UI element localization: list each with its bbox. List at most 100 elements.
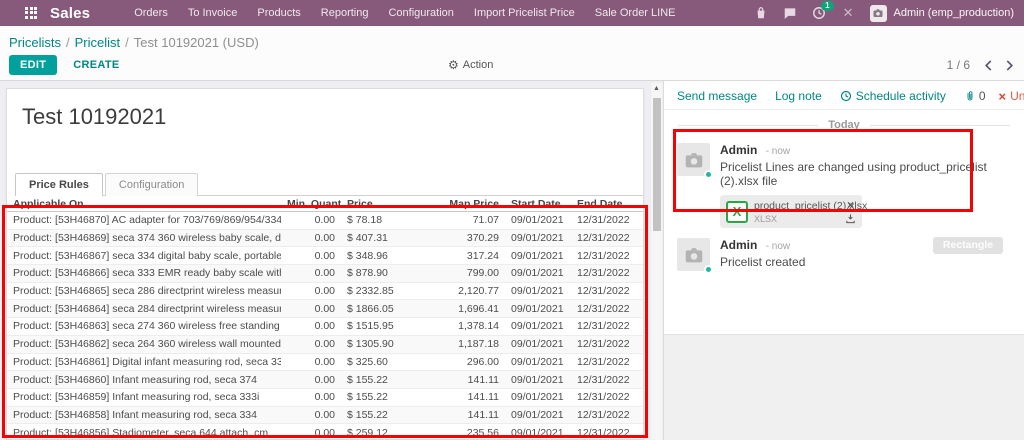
table-cell: Product: [53H46859] Infant measuring rod… bbox=[13, 391, 260, 404]
user-avatar-camera-icon bbox=[869, 4, 887, 22]
table-cell: 799.00 bbox=[466, 267, 499, 280]
schedule-activity-button[interactable]: Schedule activity bbox=[840, 89, 946, 103]
nav-menu-item[interactable]: Import Pricelist Price bbox=[464, 0, 585, 26]
send-message-button[interactable]: Send message bbox=[677, 89, 757, 103]
table-cell: 71.07 bbox=[472, 214, 499, 227]
table-row[interactable]: Product: [53H46869] seca 374 360 wireles… bbox=[7, 229, 643, 248]
nav-menu-item[interactable]: Orders bbox=[124, 0, 178, 26]
online-status-dot bbox=[704, 170, 713, 179]
table-cell: 12/31/2022 bbox=[577, 426, 630, 439]
table-cell: 09/01/2021 bbox=[511, 355, 564, 368]
table-cell: Product: [53H46863] seca 274 360 wireles… bbox=[13, 320, 281, 333]
table-cell: 09/01/2021 bbox=[511, 408, 564, 421]
table-row[interactable]: Product: [53H46862] seca 264 360 wireles… bbox=[7, 335, 643, 354]
message-author[interactable]: Admin bbox=[720, 143, 757, 157]
breadcrumb-pricelist-link[interactable]: Pricelist bbox=[75, 35, 121, 50]
table-cell: 0.00 bbox=[314, 373, 335, 386]
nav-menu-item[interactable]: To Invoice bbox=[178, 0, 248, 26]
pager-previous-icon[interactable] bbox=[984, 59, 992, 71]
breadcrumb-pricelists-link[interactable]: Pricelists bbox=[9, 35, 61, 50]
vertical-scrollbar[interactable]: ▲ bbox=[650, 83, 662, 440]
table-cell: 0.00 bbox=[314, 320, 335, 333]
column-header: Map Price bbox=[449, 197, 499, 210]
table-row[interactable]: Product: [53H46859] Infant measuring rod… bbox=[7, 389, 643, 407]
nav-menu-item[interactable]: Sale Order LINE bbox=[585, 0, 686, 26]
breadcrumb-current: Test 10192021 (USD) bbox=[133, 35, 259, 50]
briefcase-icon[interactable] bbox=[754, 6, 769, 21]
table-cell: 1,187.18 bbox=[458, 338, 499, 351]
close-x-icon[interactable]: ✕ bbox=[841, 5, 856, 21]
scrollbar-up-arrow-icon[interactable]: ▲ bbox=[651, 83, 662, 95]
table-row[interactable]: Product: [53H46867] seca 334 digital bab… bbox=[7, 247, 643, 266]
table-row[interactable]: Product: [53H46861] Digital infant measu… bbox=[7, 354, 643, 372]
scrollbar-thumb[interactable] bbox=[653, 98, 661, 231]
table-cell: $ 155.22 bbox=[347, 373, 388, 386]
attachment-delete-icon[interactable]: × bbox=[847, 199, 854, 211]
activities-clock-icon[interactable]: 1 bbox=[812, 0, 834, 21]
table-cell: 0.00 bbox=[314, 408, 335, 421]
table-cell: $ 259.12 bbox=[347, 426, 388, 439]
table-cell: 09/01/2021 bbox=[511, 232, 564, 245]
top-navbar: Sales Orders To Invoice Products Reporting C… bbox=[0, 0, 1024, 26]
nav-menu-item[interactable]: Configuration bbox=[378, 0, 463, 26]
breadcrumb-separator: / bbox=[125, 35, 129, 50]
breadcrumb-separator: / bbox=[66, 35, 70, 50]
table-row[interactable]: Product: [53H46870] AC adapter for 703/7… bbox=[7, 212, 643, 230]
pager-next-icon[interactable] bbox=[1006, 59, 1014, 71]
table-row[interactable]: Product: [53H46860] Infant measuring rod… bbox=[7, 371, 643, 389]
table-row[interactable]: Product: [53H46863] seca 274 360 wireles… bbox=[7, 318, 643, 336]
user-name-label: Admin (emp_production) bbox=[893, 7, 1014, 19]
table-cell: 235.56 bbox=[466, 426, 499, 439]
messages-icon[interactable] bbox=[783, 6, 798, 21]
table-cell: 370.29 bbox=[466, 232, 499, 245]
table-cell: 09/01/2021 bbox=[511, 267, 564, 280]
table-cell: 12/31/2022 bbox=[577, 373, 630, 386]
app-title[interactable]: Sales bbox=[50, 5, 90, 22]
table-row[interactable]: Product: [53H46864] seca 284 directprint… bbox=[7, 300, 643, 319]
attachment-name[interactable]: product_pricelist (2).xlsx bbox=[754, 200, 867, 212]
apps-menu-icon[interactable] bbox=[25, 6, 38, 20]
table-row[interactable]: Product: [53H46858] Infant measuring rod… bbox=[7, 406, 643, 425]
table-cell: 09/01/2021 bbox=[511, 373, 564, 386]
nav-menu-item[interactable]: Reporting bbox=[311, 0, 379, 26]
tab-configuration[interactable]: Configuration bbox=[104, 173, 199, 196]
tab-price-rules[interactable]: Price Rules bbox=[15, 173, 103, 196]
attachment-download-icon[interactable] bbox=[845, 213, 856, 224]
table-cell: 09/01/2021 bbox=[511, 302, 564, 315]
user-menu[interactable]: Admin (emp_production) bbox=[869, 4, 1014, 22]
table-row[interactable]: Product: [53H46865] seca 286 directprint… bbox=[7, 283, 643, 301]
table-cell: 09/01/2021 bbox=[511, 249, 564, 262]
attachments-button[interactable]: 0 bbox=[964, 89, 986, 103]
edit-button[interactable]: EDIT bbox=[9, 55, 58, 75]
table-cell: 12/31/2022 bbox=[577, 214, 630, 227]
table-row[interactable]: Product: [53H46866] seca 333 EMR ready b… bbox=[7, 265, 643, 283]
table-cell: Product: [53H46856] Stadiometer, seca 64… bbox=[13, 426, 269, 439]
pager-count: 1 / 6 bbox=[946, 58, 970, 72]
action-menu-button[interactable]: ⚙ Action bbox=[448, 58, 493, 72]
column-header: Min. Quantity bbox=[287, 197, 341, 210]
nav-menu-item[interactable]: Products bbox=[247, 0, 310, 26]
table-row[interactable]: Product: [53H46856] Stadiometer, seca 64… bbox=[7, 424, 643, 440]
attachment-card[interactable]: X product_pricelist (2).xlsx XLSX × bbox=[720, 195, 867, 228]
price-rules-table-body: Product: [53H46870] AC adapter for 703/7… bbox=[7, 212, 643, 440]
nav-menu-bar: Orders To Invoice Products Reporting Configu… bbox=[124, 0, 685, 26]
clock-icon bbox=[840, 90, 851, 102]
message-avatar-camera-icon bbox=[677, 143, 713, 179]
date-divider: Today bbox=[678, 119, 1010, 131]
table-cell: 12/31/2022 bbox=[577, 267, 630, 280]
table-cell: $ 348.96 bbox=[347, 249, 388, 262]
table-cell: 09/01/2021 bbox=[511, 338, 564, 351]
table-cell: 09/01/2021 bbox=[511, 285, 564, 298]
message-item: Admin - now Pricelist created bbox=[664, 234, 1024, 277]
table-cell: Product: [53H46865] seca 286 directprint… bbox=[13, 285, 281, 298]
log-note-button[interactable]: Log note bbox=[775, 89, 822, 103]
breadcrumb: Pricelists / Pricelist / Test 10192021 (USD) bbox=[0, 26, 1024, 50]
table-cell: $ 155.22 bbox=[347, 391, 388, 404]
create-button[interactable]: CREATE bbox=[73, 59, 119, 71]
unfollow-button[interactable]: × Unfollow bbox=[999, 89, 1024, 103]
message-author[interactable]: Admin bbox=[720, 238, 757, 252]
notebook-tabs: Price Rules Configuration bbox=[15, 172, 643, 196]
table-cell: 141.11 bbox=[467, 373, 499, 386]
table-cell: Product: [53H46861] Digital infant measu… bbox=[13, 355, 281, 368]
unfollow-x-icon: × bbox=[998, 88, 1007, 104]
